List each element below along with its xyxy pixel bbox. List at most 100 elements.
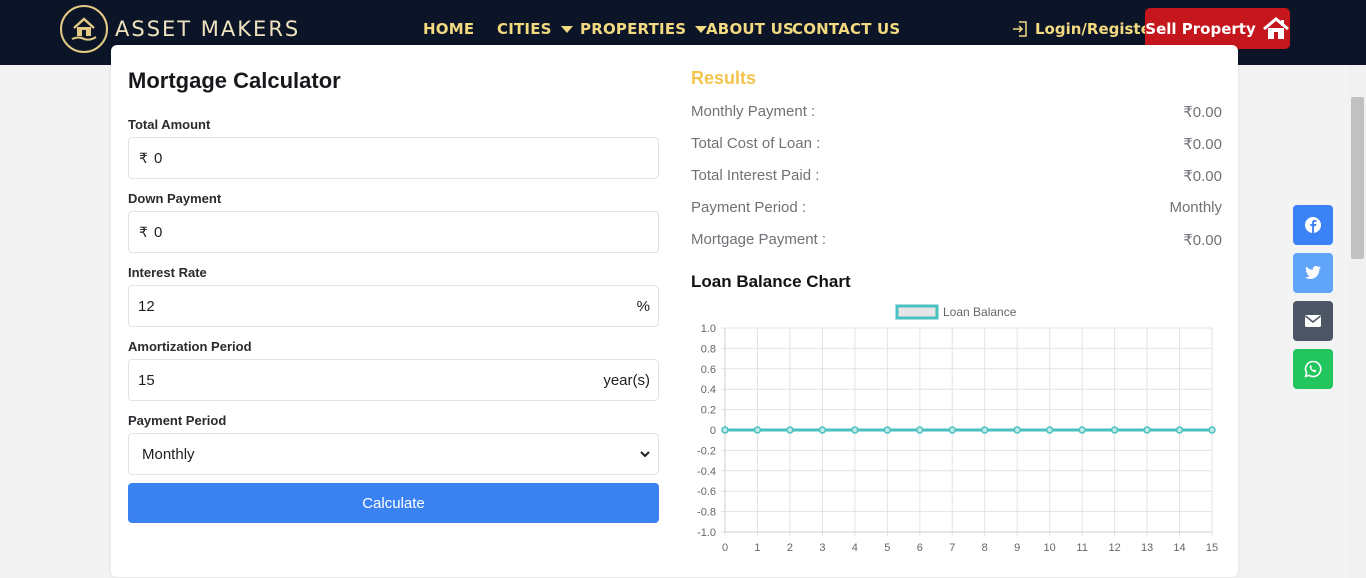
down-payment-value: 0: [154, 223, 163, 241]
result-label: Total Interest Paid :: [691, 167, 820, 184]
x-tick-label: 12: [1108, 542, 1120, 554]
scrollbar-thumb[interactable]: [1351, 97, 1364, 259]
x-tick-label: 7: [949, 542, 955, 554]
amortization-period-label: Amortization Period: [128, 339, 252, 354]
share-email-button[interactable]: [1293, 301, 1333, 341]
y-tick-label: -0.4: [697, 466, 716, 478]
y-tick-label: -1.0: [697, 527, 716, 539]
nav-home-label: HOME: [423, 20, 475, 38]
house-hand-icon: [60, 5, 108, 53]
y-tick-label: 0.2: [701, 405, 716, 417]
x-tick-label: 10: [1044, 542, 1056, 554]
loan-balance-point: [851, 426, 859, 434]
y-tick-label: 1.0: [701, 323, 716, 335]
share-facebook-button[interactable]: [1293, 205, 1333, 245]
result-value: ₹0.00: [1183, 232, 1222, 249]
down-payment-input[interactable]: ₹ 0: [128, 211, 659, 253]
x-tick-label: 6: [917, 542, 923, 554]
legend-swatch: [895, 304, 939, 320]
y-tick-label: 0.4: [701, 384, 716, 396]
calculate-button[interactable]: Calculate: [128, 483, 659, 523]
loan-balance-point: [1013, 426, 1021, 434]
chevron-down-icon: [640, 451, 650, 458]
result-value: ₹0.00: [1183, 104, 1222, 121]
loan-balance-point: [916, 426, 924, 434]
calculate-label: Calculate: [362, 494, 425, 512]
payment-period-select[interactable]: Monthly: [128, 433, 659, 475]
result-value: Monthly: [1169, 199, 1222, 216]
x-tick-label: 5: [884, 542, 890, 554]
loan-balance-point: [786, 426, 794, 434]
sell-property-label: Sell Property: [1145, 19, 1256, 38]
x-tick-label: 2: [787, 542, 793, 554]
x-tick-label: 0: [722, 542, 728, 554]
share-twitter-button[interactable]: [1293, 253, 1333, 293]
nav-cities-label: CITIES: [497, 20, 552, 38]
nav-contact-label: CONTACT US: [792, 20, 901, 38]
result-row: Payment Period : Monthly: [691, 199, 1222, 221]
amortization-period-value: 15: [138, 371, 155, 389]
x-tick-label: 14: [1173, 542, 1185, 554]
loan-balance-point: [1175, 426, 1184, 434]
brand-name: ASSET MAKERS: [115, 17, 301, 41]
home-icon: [1262, 16, 1289, 39]
y-tick-label: -0.2: [697, 445, 716, 457]
loan-balance-point: [1143, 426, 1151, 434]
y-tick-label: 0.6: [701, 364, 716, 376]
y-tick-label: 0.8: [701, 343, 716, 355]
loan-balance-point: [980, 426, 989, 434]
amortization-period-input[interactable]: 15 year(s): [128, 359, 659, 401]
result-label: Payment Period :: [691, 199, 807, 216]
interest-rate-label: Interest Rate: [128, 265, 207, 280]
nav-about-label: ABOUT US: [706, 20, 795, 38]
facebook-icon: [1305, 217, 1321, 233]
result-label: Total Cost of Loan :: [691, 135, 821, 152]
result-row: Mortgage Payment : ₹0.00: [691, 231, 1222, 253]
loan-balance-point: [721, 426, 729, 434]
nav-properties-label: PROPERTIES: [580, 20, 687, 38]
share-whatsapp-button[interactable]: [1293, 349, 1333, 389]
results-title: Results: [691, 68, 757, 88]
down-payment-label: Down Payment: [128, 191, 222, 206]
x-tick-label: 1: [754, 542, 760, 554]
rupee-icon: ₹: [139, 149, 148, 166]
payment-period-label: Payment Period: [128, 413, 227, 428]
y-tick-label: 0: [710, 425, 716, 437]
result-value: ₹0.00: [1183, 168, 1222, 185]
x-tick-label: 13: [1141, 542, 1153, 554]
result-row: Total Cost of Loan : ₹0.00: [691, 135, 1222, 157]
total-amount-value: 0: [154, 149, 163, 167]
result-label: Mortgage Payment :: [691, 231, 827, 248]
loan-balance-point: [948, 426, 957, 434]
sell-property-button[interactable]: Sell Property: [1145, 8, 1290, 49]
email-icon: [1305, 315, 1321, 327]
loan-balance-point: [1110, 426, 1119, 434]
legend-label: Loan Balance: [943, 305, 1017, 319]
x-tick-label: 8: [982, 542, 988, 554]
result-value: ₹0.00: [1183, 136, 1222, 153]
total-amount-input[interactable]: ₹ 0: [128, 137, 659, 179]
x-tick-label: 9: [1014, 542, 1020, 554]
x-tick-label: 15: [1206, 542, 1218, 554]
login-icon: [1013, 21, 1027, 37]
loan-balance-point: [753, 426, 762, 434]
result-label: Monthly Payment :: [691, 103, 816, 120]
percent-suffix: %: [636, 297, 650, 315]
total-amount-label: Total Amount: [128, 117, 211, 132]
y-tick-label: -0.8: [697, 507, 716, 519]
loan-balance-point: [818, 426, 827, 434]
result-row: Total Interest Paid : ₹0.00: [691, 167, 1222, 189]
loan-balance-point: [1045, 426, 1054, 434]
loan-balance-point: [1208, 426, 1216, 434]
loan-balance-point: [883, 426, 892, 434]
interest-rate-input[interactable]: 12 %: [128, 285, 659, 327]
chevron-down-icon: [560, 25, 573, 33]
x-tick-label: 4: [852, 542, 858, 554]
result-row: Monthly Payment : ₹0.00: [691, 103, 1222, 125]
x-tick-label: 3: [819, 542, 825, 554]
years-suffix: year(s): [603, 371, 650, 389]
page-title: Mortgage Calculator: [128, 68, 341, 93]
interest-rate-value: 12: [138, 297, 155, 315]
y-tick-label: -0.6: [697, 486, 716, 498]
whatsapp-icon: [1304, 360, 1322, 378]
